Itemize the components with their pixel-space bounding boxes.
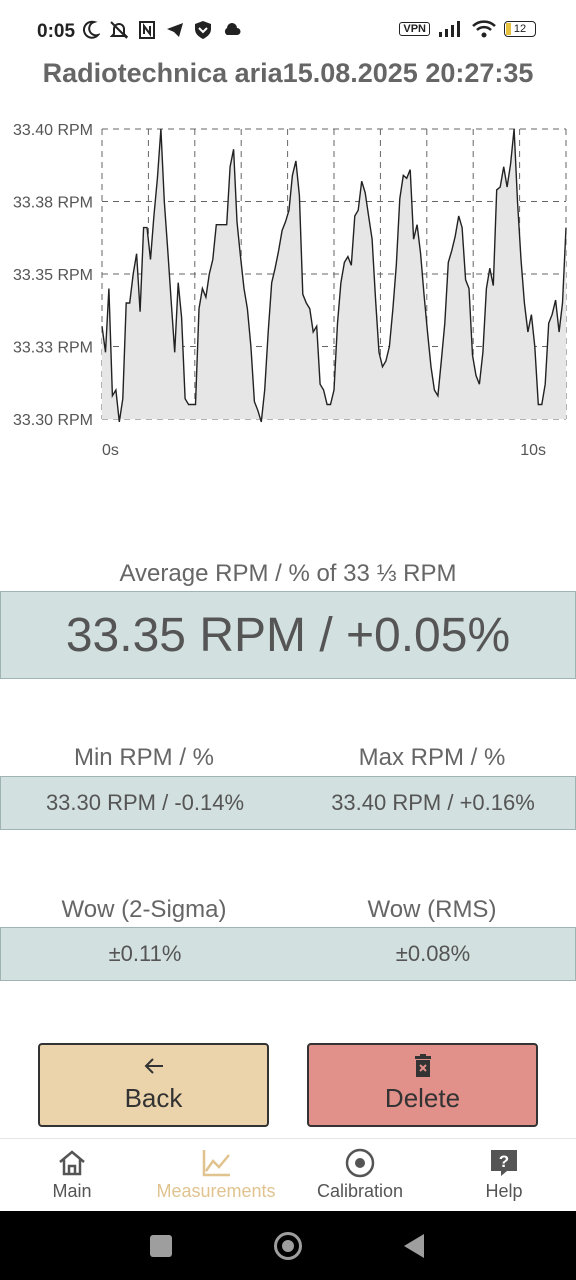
nav-calibration[interactable]: Calibration	[288, 1139, 432, 1212]
delete-button[interactable]: Delete	[307, 1043, 538, 1127]
average-label: Average RPM / % of 33 ⅓ RPM	[119, 560, 457, 587]
status-time: 0:05	[37, 21, 76, 42]
home-button[interactable]	[274, 1232, 302, 1260]
wifi-icon	[472, 20, 496, 38]
nav-measurements[interactable]: Measurements	[144, 1139, 288, 1212]
delete-button-label: Delete	[384, 1083, 461, 1113]
cloud-icon	[224, 23, 241, 35]
chart-y-labels: 33.40 RPM 33.38 RPM 33.35 RPM 33.33 RPM 33.3…	[13, 122, 93, 429]
nav-measurements-label: Measurements	[156, 1181, 276, 1201]
min-value: 33.30 RPM / -0.14%	[45, 790, 245, 815]
back-button[interactable]: Back	[38, 1043, 269, 1127]
nav-help[interactable]: ? Help	[432, 1139, 576, 1212]
moon-icon	[83, 20, 100, 39]
trash-icon	[414, 1054, 431, 1077]
back-nav-button[interactable]	[402, 1233, 426, 1259]
status-bar: 0:05 VPN 12	[0, 0, 576, 62]
chart-x-labels: 0s 10s	[102, 442, 546, 459]
help-icon: ?	[491, 1150, 517, 1176]
arrow-left-icon	[144, 1058, 163, 1074]
y-tick-label: 33.38 RPM	[13, 195, 93, 212]
wow-box: ±0.11% ±0.08%	[0, 927, 576, 981]
page-title: Radiotechnica aria15.08.2025 20:27:35	[42, 58, 534, 88]
max-label: Max RPM / %	[358, 744, 506, 771]
nav-help-label: Help	[485, 1181, 523, 1201]
wow-rms-label: Wow (RMS)	[367, 896, 497, 923]
x-tick-label: 0s	[102, 442, 119, 459]
chart-line-icon	[202, 1150, 230, 1177]
shield-icon	[195, 21, 211, 39]
target-icon	[345, 1148, 375, 1178]
system-nav-bar	[0, 1211, 576, 1280]
recents-button[interactable]	[150, 1235, 172, 1257]
min-label: Min RPM / %	[73, 744, 214, 771]
bell-off-icon	[110, 21, 128, 39]
bottom-nav: Main Measurements Calibration ? Help	[0, 1138, 576, 1212]
nav-main-label: Main	[52, 1181, 92, 1201]
wow-2sigma-value: ±0.11%	[108, 941, 182, 966]
signal-icon	[439, 21, 460, 37]
back-button-label: Back	[124, 1083, 183, 1113]
y-tick-label: 33.35 RPM	[13, 267, 93, 284]
home-icon	[59, 1150, 85, 1176]
telegram-icon	[167, 23, 183, 37]
wow-rms-value: ±0.08%	[395, 941, 471, 966]
rpm-chart: 33.40 RPM 33.38 RPM 33.35 RPM 33.33 RPM 33.3…	[13, 122, 567, 459]
y-tick-label: 33.30 RPM	[13, 412, 93, 429]
wow-2sigma-label: Wow (2-Sigma)	[61, 896, 227, 923]
average-value: 33.35 RPM / +0.05%	[0, 591, 576, 679]
nav-calibration-label: Calibration	[316, 1181, 404, 1201]
max-value: 33.40 RPM / +0.16%	[331, 790, 535, 815]
vpn-icon: VPN	[399, 22, 430, 36]
svg-text:?: ?	[499, 1152, 509, 1171]
y-tick-label: 33.33 RPM	[13, 340, 93, 357]
x-tick-label: 10s	[520, 442, 546, 459]
nfc-icon	[139, 21, 155, 39]
y-tick-label: 33.40 RPM	[13, 122, 93, 139]
battery-icon: 12	[504, 21, 536, 37]
nav-main[interactable]: Main	[0, 1139, 144, 1212]
min-max-box: 33.30 RPM / -0.14% 33.40 RPM / +0.16%	[0, 776, 576, 830]
